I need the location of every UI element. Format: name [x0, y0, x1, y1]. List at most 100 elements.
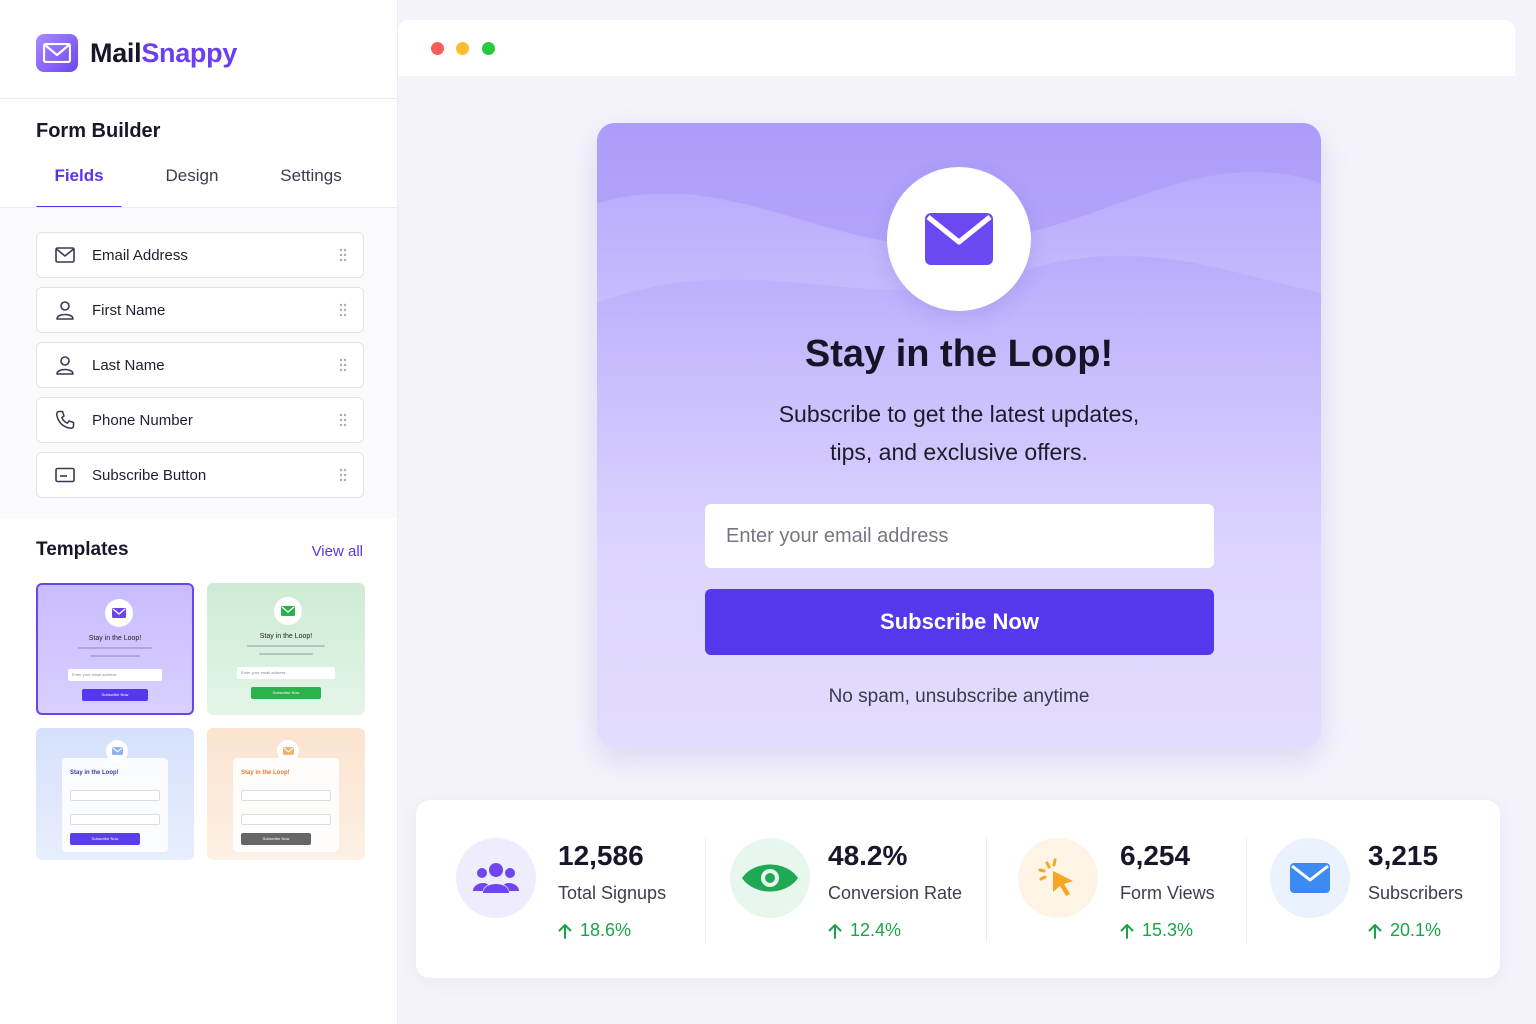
arrow-up-icon	[828, 923, 842, 939]
stat-form-views: 6,254 Form Views 15.3%	[986, 800, 1246, 978]
arrow-up-icon	[558, 923, 572, 939]
template-field	[241, 814, 331, 825]
template-title: Stay in the Loop!	[241, 770, 290, 776]
brand-name-part2: Snappy	[141, 37, 238, 68]
template-text-line	[259, 653, 313, 655]
template-title: Stay in the Loop!	[88, 635, 142, 642]
template-button: Subscribe Now	[82, 689, 148, 701]
template-input: Enter your email address	[68, 669, 162, 681]
tab-settings[interactable]: Settings	[266, 166, 356, 208]
fields-list: Email Address First Name Last Name Phone…	[0, 208, 397, 518]
field-subscribe-button[interactable]: Subscribe Button	[36, 452, 364, 498]
stat-value: 12,586	[558, 840, 644, 871]
form-subtitle: Subscribe to get the latest updates, tip…	[707, 395, 1211, 471]
field-label: Last Name	[92, 356, 165, 374]
template-title: Stay in the Loop!	[70, 770, 119, 776]
template-text-line	[247, 645, 325, 647]
user-icon	[54, 354, 76, 376]
template-card-orange[interactable]: Stay in the Loop! Subscribe Now	[207, 728, 365, 860]
mail-icon	[925, 213, 993, 265]
templates-title: Templates	[36, 539, 129, 560]
template-field	[70, 814, 160, 825]
template-title: Stay in the Loop!	[259, 633, 313, 640]
sidebar: MailSnappy Form Builder Fields Design Se…	[0, 0, 398, 1024]
stat-change-value: 12.4%	[850, 920, 902, 940]
field-label: Phone Number	[92, 411, 193, 429]
stat-label: Subscribers	[1368, 883, 1464, 903]
phone-icon	[54, 409, 76, 431]
stat-conversion-rate: 48.2% Conversion Rate 12.4%	[706, 800, 986, 978]
template-card-purple[interactable]: Stay in the Loop! Enter your email addre…	[36, 583, 194, 715]
stat-label: Conversion Rate	[828, 883, 963, 903]
template-button: Subscribe Now	[70, 833, 140, 845]
stat-change: 18.6%	[558, 920, 631, 941]
template-field	[241, 790, 331, 801]
stat-change: 20.1%	[1368, 920, 1441, 941]
field-last-name[interactable]: Last Name	[36, 342, 364, 388]
drag-handle-icon[interactable]	[339, 358, 347, 372]
stat-total-signups: 12,586 Total Signups 18.6%	[416, 800, 706, 978]
field-first-name[interactable]: First Name	[36, 287, 364, 333]
stat-change-value: 18.6%	[580, 920, 632, 940]
drag-handle-icon[interactable]	[339, 468, 347, 482]
form-preview: Stay in the Loop! Subscribe to get the l…	[597, 123, 1321, 748]
stat-change-value: 20.1%	[1390, 920, 1442, 940]
template-form: Stay in the Loop! Subscribe Now	[233, 758, 339, 852]
arrow-up-icon	[1368, 923, 1382, 939]
drag-handle-icon[interactable]	[339, 303, 347, 317]
mail-logo-icon	[36, 34, 78, 72]
brand[interactable]: MailSnappy	[36, 34, 237, 72]
field-phone-number[interactable]: Phone Number	[36, 397, 364, 443]
form-subtitle-line: tips, and exclusive offers.	[830, 439, 1088, 465]
tab-bar: Fields Design Settings	[36, 166, 362, 209]
stat-change: 12.4%	[828, 920, 901, 941]
window-minimize-button[interactable]	[456, 42, 469, 55]
tab-fields[interactable]: Fields	[36, 166, 122, 208]
panel-title: Form Builder	[36, 120, 161, 142]
stat-value: 6,254	[1120, 840, 1191, 871]
stats-panel: 12,586 Total Signups 18.6% 48.2% Convers…	[416, 800, 1500, 978]
window-close-button[interactable]	[431, 42, 444, 55]
mail-icon-badge	[887, 167, 1031, 311]
mail-icon	[54, 244, 76, 266]
template-text-line	[78, 647, 152, 649]
view-all-link[interactable]: View all	[312, 543, 363, 560]
field-email-address[interactable]: Email Address	[36, 232, 364, 278]
field-label: First Name	[92, 301, 166, 319]
template-button: Subscribe Now	[241, 833, 311, 845]
cursor-click-icon	[1018, 838, 1098, 918]
button-icon	[54, 464, 76, 486]
mail-icon	[274, 597, 302, 625]
stat-change-value: 15.3%	[1142, 920, 1194, 940]
template-card-blue[interactable]: Stay in the Loop! Subscribe Now	[36, 728, 194, 860]
form-title: Stay in the Loop!	[804, 333, 1114, 375]
divider	[0, 98, 397, 99]
stat-label: Total Signups	[558, 883, 667, 903]
template-field	[70, 790, 160, 801]
brand-name-part1: Mail	[90, 37, 142, 68]
mail-icon	[1270, 838, 1350, 918]
window-maximize-button[interactable]	[482, 42, 495, 55]
tab-design[interactable]: Design	[146, 166, 238, 208]
email-input[interactable]	[705, 504, 1214, 568]
arrow-up-icon	[1120, 923, 1134, 939]
template-button: Subscribe Now	[251, 687, 321, 699]
brand-name: MailSnappy	[90, 38, 237, 69]
template-input: Enter your email address	[237, 667, 335, 679]
field-label: Email Address	[92, 246, 188, 264]
subscribe-button[interactable]: Subscribe Now	[705, 589, 1214, 655]
mail-icon	[105, 599, 133, 627]
drag-handle-icon[interactable]	[339, 413, 347, 427]
stat-value: 48.2%	[828, 840, 908, 871]
stat-subscribers: 3,215 Subscribers 20.1%	[1246, 800, 1500, 978]
field-label: Subscribe Button	[92, 466, 207, 484]
user-icon	[54, 299, 76, 321]
form-subtitle-line: Subscribe to get the latest updates,	[778, 401, 1140, 427]
browser-titlebar	[398, 20, 1515, 76]
stat-value: 3,215	[1368, 840, 1439, 871]
drag-handle-icon[interactable]	[339, 248, 347, 262]
form-note: No spam, unsubscribe anytime	[828, 686, 1090, 707]
stat-change: 15.3%	[1120, 920, 1193, 941]
template-card-green[interactable]: Stay in the Loop! Enter your email addre…	[207, 583, 365, 715]
eye-icon	[730, 838, 810, 918]
